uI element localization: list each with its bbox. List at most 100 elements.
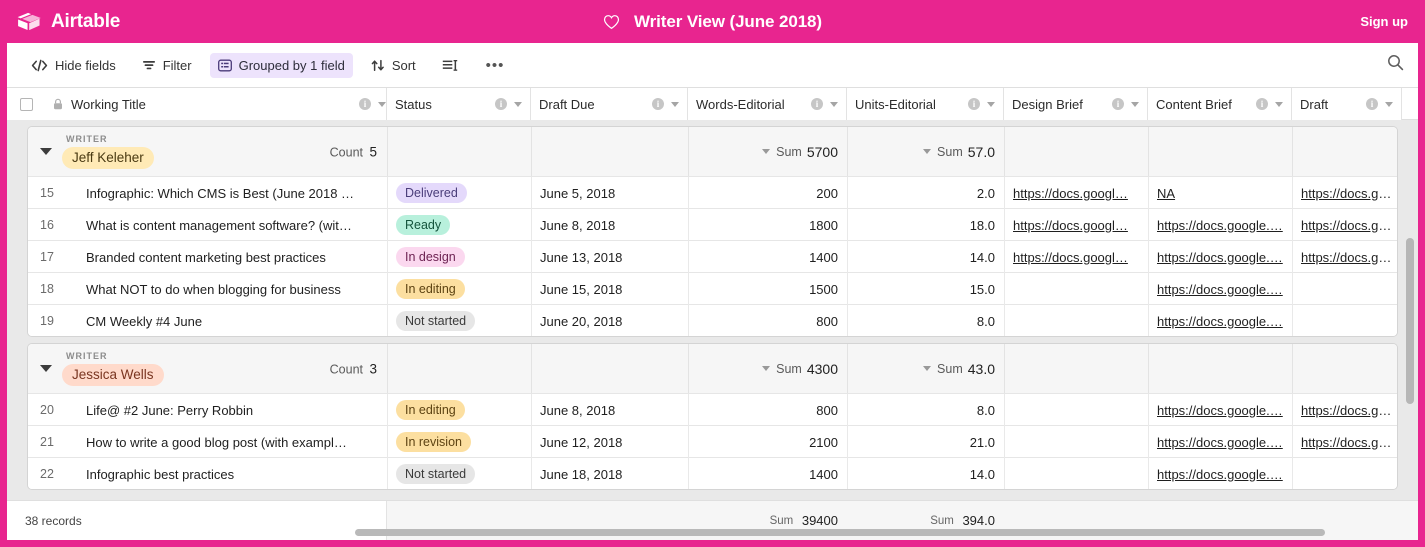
info-icon[interactable]: i bbox=[1112, 98, 1124, 110]
cell-draft[interactable]: https://docs.go… bbox=[1293, 394, 1397, 426]
cell-design-brief[interactable]: https://docs.googl… bbox=[1005, 209, 1149, 241]
design-brief-link[interactable]: https://docs.googl… bbox=[1013, 186, 1140, 201]
table-row[interactable]: 22 Infographic best practices Not started J… bbox=[28, 457, 1397, 489]
group-summary-draft[interactable] bbox=[1293, 127, 1397, 176]
chevron-down-icon[interactable] bbox=[514, 101, 522, 107]
content-brief-link[interactable]: https://docs.google.… bbox=[1157, 282, 1284, 297]
cell-draft-due[interactable]: June 15, 2018 bbox=[532, 273, 689, 305]
info-icon[interactable]: i bbox=[359, 98, 371, 110]
cell-design-brief[interactable] bbox=[1005, 305, 1149, 336]
cell-units-editorial[interactable]: 14.0 bbox=[848, 458, 1005, 489]
cell-words-editorial[interactable]: 1400 bbox=[689, 458, 848, 489]
cell-units-editorial[interactable]: 8.0 bbox=[848, 394, 1005, 426]
group-header-main[interactable]: WRITER Jeff Keleher Count 5 bbox=[28, 127, 388, 176]
select-all-checkbox[interactable] bbox=[7, 97, 45, 111]
cell-words-editorial[interactable]: 800 bbox=[689, 394, 848, 426]
draft-link[interactable]: https://docs.go… bbox=[1301, 186, 1394, 201]
sort-button[interactable]: Sort bbox=[363, 53, 424, 78]
more-options-button[interactable]: ••• bbox=[478, 53, 513, 78]
cell-content-brief[interactable]: https://docs.google.… bbox=[1149, 273, 1293, 305]
row-height-button[interactable] bbox=[434, 54, 466, 77]
column-header-draft[interactable]: Draft i bbox=[1292, 88, 1402, 120]
collapse-group-icon[interactable] bbox=[40, 148, 52, 155]
sign-up-button[interactable]: Sign up bbox=[1360, 0, 1408, 43]
column-header-content-brief[interactable]: Content Brief i bbox=[1148, 88, 1292, 120]
column-header-working-title[interactable]: Working Title i bbox=[7, 88, 387, 120]
search-icon[interactable] bbox=[1387, 54, 1404, 76]
draft-link[interactable]: https://docs.go… bbox=[1301, 435, 1394, 450]
heart-outline-icon[interactable] bbox=[603, 14, 620, 30]
cell-design-brief[interactable] bbox=[1005, 273, 1149, 305]
draft-link[interactable]: https://docs.go… bbox=[1301, 403, 1394, 418]
content-brief-link[interactable]: https://docs.google.… bbox=[1157, 467, 1284, 482]
cell-design-brief[interactable] bbox=[1005, 458, 1149, 489]
info-icon[interactable]: i bbox=[968, 98, 980, 110]
cell-working-title[interactable]: Infographic: Which CMS is Best (June 201… bbox=[66, 177, 388, 209]
column-header-design-brief[interactable]: Design Brief i bbox=[1004, 88, 1148, 120]
column-header-draft-due[interactable]: Draft Due i bbox=[531, 88, 688, 120]
design-brief-link[interactable]: https://docs.googl… bbox=[1013, 250, 1140, 265]
cell-content-brief[interactable]: https://docs.google.… bbox=[1149, 458, 1293, 489]
chevron-down-icon[interactable] bbox=[378, 101, 386, 107]
info-icon[interactable]: i bbox=[652, 98, 664, 110]
cell-status[interactable]: In editing bbox=[388, 273, 532, 305]
cell-draft[interactable] bbox=[1293, 458, 1397, 489]
vertical-scrollbar[interactable] bbox=[1406, 238, 1414, 404]
cell-content-brief[interactable]: https://docs.google.… bbox=[1149, 305, 1293, 336]
chevron-down-icon[interactable] bbox=[1131, 101, 1139, 107]
cell-units-editorial[interactable]: 18.0 bbox=[848, 209, 1005, 241]
group-summary-words[interactable]: Sum 5700 bbox=[689, 127, 848, 176]
table-row[interactable]: 15 Infographic: Which CMS is Best (June 2… bbox=[28, 176, 1397, 209]
table-row[interactable]: 19 CM Weekly #4 June Not started June 20, 2… bbox=[28, 304, 1397, 336]
chevron-down-icon[interactable] bbox=[830, 101, 838, 107]
cell-units-editorial[interactable]: 14.0 bbox=[848, 241, 1005, 273]
group-summary-design-brief[interactable] bbox=[1005, 127, 1149, 176]
cell-words-editorial[interactable]: 2100 bbox=[689, 426, 848, 458]
cell-status[interactable]: Delivered bbox=[388, 177, 532, 209]
cell-status[interactable]: Not started bbox=[388, 305, 532, 336]
content-brief-link[interactable]: NA bbox=[1157, 186, 1284, 201]
content-brief-link[interactable]: https://docs.google.… bbox=[1157, 435, 1284, 450]
table-row[interactable]: 21 How to write a good blog post (with ex… bbox=[28, 425, 1397, 458]
cell-words-editorial[interactable]: 1500 bbox=[689, 273, 848, 305]
cell-working-title[interactable]: Branded content marketing best practices bbox=[66, 241, 388, 273]
cell-words-editorial[interactable]: 1400 bbox=[689, 241, 848, 273]
cell-status[interactable]: In editing bbox=[388, 394, 532, 426]
info-icon[interactable]: i bbox=[811, 98, 823, 110]
cell-draft-due[interactable]: June 8, 2018 bbox=[532, 209, 689, 241]
cell-draft[interactable]: https://docs.go… bbox=[1293, 426, 1397, 458]
cell-working-title[interactable]: What is content management software? (wi… bbox=[66, 209, 388, 241]
cell-status[interactable]: Not started bbox=[388, 458, 532, 489]
draft-link[interactable]: https://docs.go… bbox=[1301, 218, 1394, 233]
cell-content-brief[interactable]: https://docs.google.… bbox=[1149, 426, 1293, 458]
cell-units-editorial[interactable]: 2.0 bbox=[848, 177, 1005, 209]
cell-draft[interactable]: https://docs.go… bbox=[1293, 177, 1397, 209]
group-header[interactable]: WRITER Jeff Keleher Count 5 Sum 5700 Sum 57.0 bbox=[28, 127, 1397, 176]
cell-content-brief[interactable]: https://docs.google.… bbox=[1149, 209, 1293, 241]
cell-design-brief[interactable] bbox=[1005, 394, 1149, 426]
filter-button[interactable]: Filter bbox=[134, 53, 200, 78]
cell-units-editorial[interactable]: 8.0 bbox=[848, 305, 1005, 336]
cell-draft[interactable] bbox=[1293, 305, 1397, 336]
content-brief-link[interactable]: https://docs.google.… bbox=[1157, 218, 1284, 233]
cell-working-title[interactable]: What NOT to do when blogging for busines… bbox=[66, 273, 388, 305]
group-summary-status[interactable] bbox=[388, 344, 532, 393]
cell-draft[interactable]: https://docs.go… bbox=[1293, 241, 1397, 273]
cell-working-title[interactable]: How to write a good blog post (with exam… bbox=[66, 426, 388, 458]
table-row[interactable]: 20 Life@ #2 June: Perry Robbin In editing J… bbox=[28, 393, 1397, 426]
hide-fields-button[interactable]: Hide fields bbox=[23, 53, 124, 78]
cell-status[interactable]: In revision bbox=[388, 426, 532, 458]
cell-content-brief[interactable]: NA bbox=[1149, 177, 1293, 209]
table-row[interactable]: 16 What is content management software? (… bbox=[28, 208, 1397, 241]
horizontal-scrollbar[interactable] bbox=[355, 529, 1325, 536]
group-summary-content-brief[interactable] bbox=[1149, 344, 1293, 393]
cell-design-brief[interactable]: https://docs.googl… bbox=[1005, 241, 1149, 273]
group-button[interactable]: Grouped by 1 field bbox=[209, 52, 353, 78]
cell-draft[interactable]: https://docs.go… bbox=[1293, 209, 1397, 241]
info-icon[interactable]: i bbox=[1256, 98, 1268, 110]
cell-working-title[interactable]: Life@ #2 June: Perry Robbin bbox=[66, 394, 388, 426]
chevron-down-icon[interactable] bbox=[1385, 101, 1393, 107]
group-summary-units[interactable]: Sum 57.0 bbox=[848, 127, 1005, 176]
chevron-down-icon[interactable] bbox=[1275, 101, 1283, 107]
group-summary-status[interactable] bbox=[388, 127, 532, 176]
